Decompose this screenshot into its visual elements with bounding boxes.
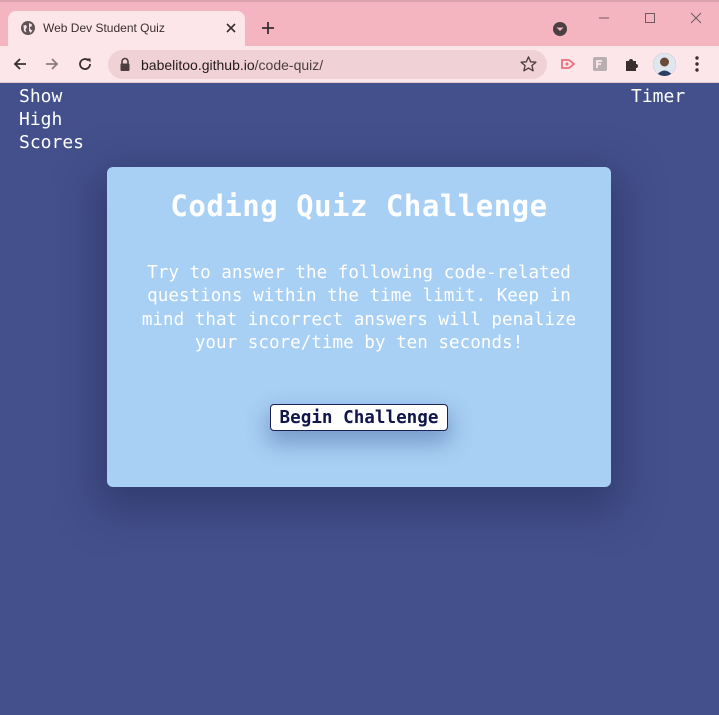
extension-icon[interactable] bbox=[590, 54, 610, 74]
plus-icon[interactable] bbox=[258, 18, 278, 38]
back-arrow-icon[interactable] bbox=[10, 54, 30, 74]
quiz-description: Try to answer the following code-related… bbox=[141, 263, 577, 353]
star-icon[interactable] bbox=[519, 55, 538, 74]
url-path: /code-quiz/ bbox=[254, 57, 324, 73]
begin-challenge-button[interactable]: Begin Challenge bbox=[270, 404, 448, 431]
maximize-icon[interactable] bbox=[639, 8, 661, 28]
lock-icon bbox=[118, 57, 132, 72]
tab-title: Web Dev Student Quiz bbox=[43, 21, 165, 35]
close-icon[interactable] bbox=[222, 19, 240, 37]
page-title: Coding Quiz Challenge bbox=[170, 189, 548, 223]
page-content: Show High Scores Timer Coding Quiz Chall… bbox=[0, 83, 719, 715]
tab-search-icon[interactable] bbox=[551, 20, 569, 38]
minimize-icon[interactable] bbox=[593, 8, 615, 28]
timer-label: Timer bbox=[631, 86, 686, 107]
show-high-scores-link[interactable]: Show High Scores bbox=[19, 85, 99, 154]
browser-tab[interactable]: Web Dev Student Quiz bbox=[8, 11, 245, 46]
quiz-intro-card: Coding Quiz Challenge Try to answer the … bbox=[107, 167, 611, 487]
address-bar[interactable]: babelitoo.github.io/code-quiz/ bbox=[108, 50, 547, 79]
reload-icon[interactable] bbox=[75, 54, 95, 74]
browser-titlebar: Web Dev Student Quiz bbox=[0, 0, 719, 46]
url-text: babelitoo.github.io/code-quiz/ bbox=[141, 57, 323, 73]
url-host: babelitoo.github.io bbox=[141, 57, 255, 73]
window-close-icon[interactable] bbox=[685, 8, 707, 28]
puzzle-icon[interactable] bbox=[622, 54, 642, 74]
extension-icon[interactable] bbox=[558, 54, 578, 74]
forward-arrow-icon[interactable] bbox=[42, 54, 62, 74]
avatar[interactable] bbox=[653, 53, 676, 76]
kebab-menu-icon[interactable] bbox=[687, 54, 707, 74]
browser-toolbar: babelitoo.github.io/code-quiz/ bbox=[0, 46, 719, 83]
globe-icon bbox=[20, 20, 36, 36]
